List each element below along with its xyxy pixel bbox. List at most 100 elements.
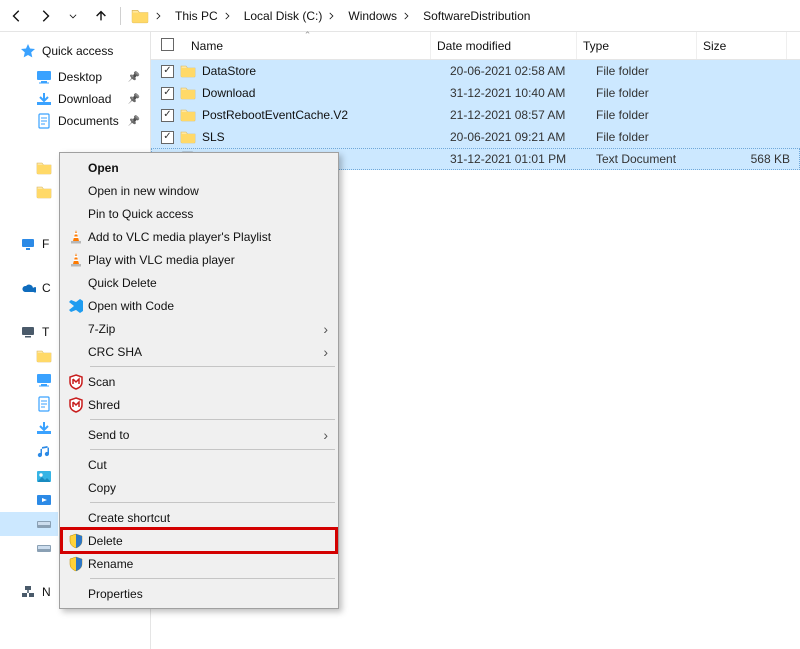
chevron-right-icon: [326, 11, 336, 21]
file-type: File folder: [590, 64, 710, 78]
file-date: 31-12-2021 10:40 AM: [444, 86, 590, 100]
folder-icon: [180, 63, 196, 79]
column-headers: ⌃Name Date modified Type Size: [151, 32, 800, 60]
sidebar-item[interactable]: [0, 344, 58, 368]
row-checkbox[interactable]: [161, 87, 174, 100]
menu-vlc-play[interactable]: Play with VLC media player: [62, 248, 336, 271]
breadcrumb-item[interactable]: Windows: [344, 7, 415, 25]
sidebar-item[interactable]: T: [0, 320, 58, 344]
breadcrumb-item[interactable]: This PC: [171, 7, 236, 25]
cloud-icon: [20, 280, 36, 296]
sidebar-item[interactable]: F: [0, 232, 58, 256]
mcafee-icon: [66, 373, 86, 391]
menu-separator: [90, 419, 335, 420]
star-icon: [20, 43, 36, 59]
file-name: SLS: [202, 130, 225, 144]
up-button[interactable]: [88, 3, 114, 29]
chevron-right-icon[interactable]: [153, 11, 163, 21]
download-icon: [36, 91, 52, 107]
menu-open-new-window[interactable]: Open in new window: [62, 179, 336, 202]
file-type: Text Document: [590, 152, 710, 166]
column-size[interactable]: Size: [697, 32, 787, 59]
column-name[interactable]: ⌃Name: [185, 32, 431, 59]
menu-quick-delete[interactable]: Quick Delete: [62, 271, 336, 294]
back-button[interactable]: [4, 3, 30, 29]
file-row[interactable]: SLS 20-06-2021 09:21 AMFile folder: [151, 126, 800, 148]
menu-rename[interactable]: Rename: [62, 552, 336, 575]
column-date[interactable]: Date modified: [431, 32, 577, 59]
file-date: 20-06-2021 09:21 AM: [444, 130, 590, 144]
folder-icon: [131, 7, 149, 25]
pc-icon: [20, 324, 36, 340]
folder-icon: [180, 107, 196, 123]
sidebar-item[interactable]: [0, 536, 58, 560]
music-icon: [36, 444, 52, 460]
folder-icon[interactable]: [36, 184, 52, 200]
menu-send-to[interactable]: Send to: [62, 423, 336, 446]
chevron-right-icon: [222, 11, 232, 21]
recent-locations-button[interactable]: [60, 3, 86, 29]
context-menu: Open Open in new window Pin to Quick acc…: [59, 152, 339, 609]
sidebar-item[interactable]: [0, 464, 58, 488]
select-all-checkbox[interactable]: [161, 38, 174, 51]
menu-separator: [90, 366, 335, 367]
sidebar-item-download[interactable]: Download: [0, 88, 150, 110]
sidebar-item[interactable]: [0, 512, 58, 536]
sidebar-item[interactable]: [0, 416, 58, 440]
breadcrumb-item[interactable]: Local Disk (C:): [240, 7, 341, 25]
file-date: 20-06-2021 02:58 AM: [444, 64, 590, 78]
menu-vlc-playlist[interactable]: Add to VLC media player's Playlist: [62, 225, 336, 248]
sidebar-item[interactable]: [0, 368, 58, 392]
file-date: 31-12-2021 01:01 PM: [444, 152, 590, 166]
drive-icon: [36, 540, 52, 556]
menu-cut[interactable]: Cut: [62, 453, 336, 476]
menu-separator: [90, 449, 335, 450]
menu-properties[interactable]: Properties: [62, 582, 336, 605]
sidebar-item[interactable]: [0, 440, 58, 464]
breadcrumb: This PC Local Disk (C:) Windows Software…: [171, 7, 534, 25]
menu-pin-quick-access[interactable]: Pin to Quick access: [62, 202, 336, 225]
folder-icon: [36, 348, 52, 364]
folder-icon[interactable]: [36, 160, 52, 176]
file-name: DataStore: [202, 64, 256, 78]
file-row[interactable]: Download31-12-2021 10:40 AMFile folder: [151, 82, 800, 104]
row-checkbox[interactable]: [161, 65, 174, 78]
menu-delete[interactable]: Delete: [62, 529, 336, 552]
menu-shred[interactable]: Shred: [62, 393, 336, 416]
shield-icon: [66, 532, 86, 550]
sidebar-item[interactable]: C: [0, 276, 58, 300]
sidebar-item[interactable]: [0, 392, 58, 416]
row-checkbox[interactable]: [161, 131, 174, 144]
sidebar-item-desktop[interactable]: Desktop: [0, 66, 150, 88]
menu-crc-sha[interactable]: CRC SHA: [62, 340, 336, 363]
row-checkbox[interactable]: [161, 109, 174, 122]
menu-separator: [90, 578, 335, 579]
menu-copy[interactable]: Copy: [62, 476, 336, 499]
documents-icon: [36, 113, 52, 129]
menu-scan[interactable]: Scan: [62, 370, 336, 393]
file-row[interactable]: PostRebootEventCache.V221-12-2021 08:57 …: [151, 104, 800, 126]
menu-open-with-code[interactable]: Open with Code: [62, 294, 336, 317]
menu-7zip[interactable]: 7-Zip: [62, 317, 336, 340]
sidebar-item[interactable]: N: [0, 580, 58, 604]
drive-icon: [36, 516, 52, 532]
video-icon: [36, 492, 52, 508]
forward-button[interactable]: [32, 3, 58, 29]
pictures-icon: [36, 468, 52, 484]
column-type[interactable]: Type: [577, 32, 697, 59]
file-row[interactable]: DataStore 20-06-2021 02:58 AMFile folder: [151, 60, 800, 82]
menu-create-shortcut[interactable]: Create shortcut: [62, 506, 336, 529]
vlc-icon: [66, 251, 86, 269]
file-type: File folder: [590, 130, 710, 144]
menu-open[interactable]: Open: [62, 156, 336, 179]
sidebar-item-documents[interactable]: Documents: [0, 110, 150, 132]
file-type: File folder: [590, 108, 710, 122]
quick-access[interactable]: Quick access: [0, 40, 150, 62]
breadcrumb-item[interactable]: SoftwareDistribution: [419, 7, 534, 25]
folder-icon: [180, 129, 196, 145]
file-type: File folder: [590, 86, 710, 100]
file-date: 21-12-2021 08:57 AM: [444, 108, 590, 122]
sidebar-item[interactable]: [0, 488, 58, 512]
mcafee-icon: [66, 396, 86, 414]
documents-icon: [36, 396, 52, 412]
